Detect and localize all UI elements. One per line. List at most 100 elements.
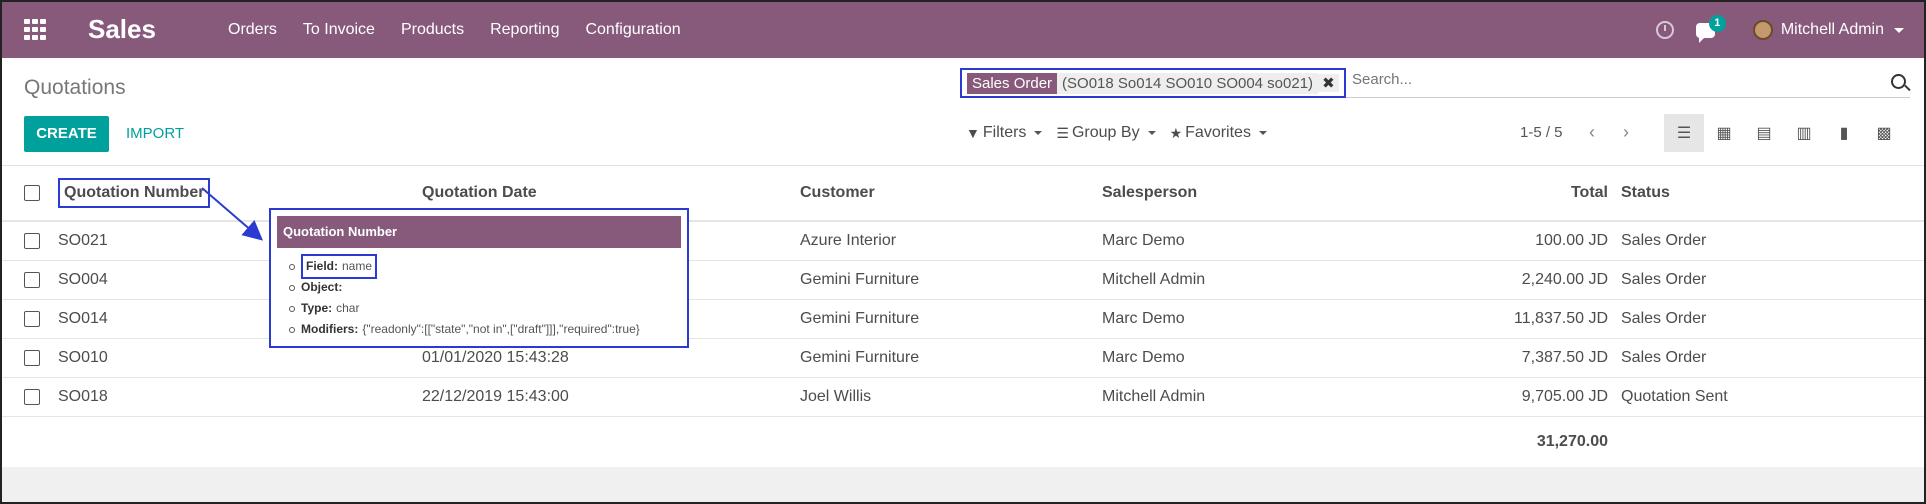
- star-icon: ★: [1169, 124, 1183, 141]
- import-button[interactable]: IMPORT: [126, 116, 184, 152]
- cell-customer: Gemini Furniture: [800, 271, 920, 288]
- chat-counter-badge: 1: [1708, 14, 1726, 32]
- user-menu-name[interactable]: Mitchell Admin: [1781, 21, 1884, 39]
- header-total[interactable]: Total: [1571, 166, 1608, 220]
- cell-number: SO018: [58, 388, 108, 405]
- chevron-down-icon: [1147, 131, 1156, 135]
- header-status[interactable]: Status: [1621, 166, 1670, 220]
- menu-to-invoice[interactable]: To Invoice: [290, 2, 388, 58]
- chevron-down-icon: [1034, 131, 1043, 135]
- cell-total: 11,837.50 JD: [1514, 310, 1608, 327]
- cell-total: 100.00 JD: [1535, 232, 1608, 249]
- header-quotation-number[interactable]: Quotation Number: [58, 178, 211, 208]
- cell-number: SO004: [58, 271, 108, 288]
- filters-label: Filters: [982, 124, 1027, 141]
- row-checkbox[interactable]: [24, 233, 40, 249]
- search-icon[interactable]: [1891, 74, 1906, 89]
- cell-total: 2,240.00 JD: [1521, 271, 1608, 288]
- cell-number: SO010: [58, 349, 108, 366]
- cell-status: Sales Order: [1621, 232, 1707, 249]
- close-icon[interactable]: ✖: [1318, 74, 1339, 92]
- row-checkbox[interactable]: [24, 389, 40, 405]
- app-brand[interactable]: Sales: [88, 14, 156, 45]
- tooltip-object: Object:: [289, 277, 681, 298]
- tooltip-details: Field: name Object: Type: char Modifiers…: [277, 248, 681, 340]
- cell-status: Sales Order: [1621, 349, 1707, 366]
- select-all-checkbox[interactable]: [24, 185, 40, 201]
- tooltip-modifiers: Modifiers: {"readonly":[["state","not in…: [289, 319, 681, 340]
- pager-next-icon[interactable]: ›: [1616, 122, 1636, 144]
- tooltip-type: Type: char: [289, 298, 681, 319]
- cell-salesperson: Marc Demo: [1102, 232, 1185, 249]
- search-input[interactable]: [1352, 71, 1852, 88]
- modifiers-value: {"readonly":[["state","not in",["draft"]…: [362, 322, 640, 336]
- menu-configuration[interactable]: Configuration: [572, 2, 693, 58]
- chevron-down-icon: [1258, 131, 1267, 135]
- cell-number: SO021: [58, 232, 108, 249]
- apps-menu-icon[interactable]: [24, 19, 48, 41]
- search-options: ▼ Filters ☰ Group By ★ Favorites: [966, 124, 1281, 142]
- sum-total: 31,270.00: [1536, 433, 1608, 450]
- facet-values: (SO018 So014 SO010 SO004 so021): [1057, 72, 1319, 94]
- messaging-menu[interactable]: 1: [1695, 14, 1726, 43]
- main-menu: Orders To Invoice Products Reporting Con…: [215, 2, 694, 58]
- search-facet[interactable]: Sales Order (SO018 So014 SO010 SO004 so0…: [960, 68, 1346, 98]
- object-label: Object:: [301, 280, 343, 294]
- create-button[interactable]: CREATE: [24, 116, 109, 152]
- list-view-icon[interactable]: ☰: [1664, 114, 1704, 152]
- circle-bullet-icon: [289, 263, 295, 270]
- tooltip-title: Quotation Number: [277, 216, 681, 248]
- cell-salesperson: Marc Demo: [1102, 310, 1185, 327]
- cell-customer: Azure Interior: [800, 232, 897, 249]
- pager-previous-icon[interactable]: ‹: [1582, 122, 1602, 144]
- table-row[interactable]: SO018 22/12/2019 15:43:00 Joel Willis Mi…: [2, 378, 1924, 417]
- circle-bullet-icon: [289, 305, 295, 312]
- header-salesperson[interactable]: Salesperson: [1102, 166, 1197, 220]
- search-bar: Sales Order (SO018 So014 SO010 SO004 so0…: [960, 68, 1910, 98]
- view-switcher: ☰ ▦ ▤ ▥ ▮ ▩: [1664, 114, 1904, 152]
- cell-total: 7,387.50 JD: [1521, 349, 1608, 366]
- activity-clock-icon[interactable]: [1655, 21, 1674, 39]
- pivot-view-icon[interactable]: ▥: [1784, 114, 1824, 152]
- circle-bullet-icon: [289, 284, 295, 291]
- cell-customer: Joel Willis: [800, 388, 872, 405]
- menu-products[interactable]: Products: [388, 2, 477, 58]
- groupby-label: Group By: [1071, 124, 1140, 141]
- filter-icon: ▼: [966, 125, 980, 141]
- cell-salesperson: Marc Demo: [1102, 349, 1185, 366]
- kanban-view-icon[interactable]: ▦: [1704, 114, 1744, 152]
- top-navbar: Sales Orders To Invoice Products Reporti…: [2, 2, 1924, 58]
- cell-salesperson: Mitchell Admin: [1102, 388, 1206, 405]
- pager-value[interactable]: 1-5 / 5: [1520, 124, 1563, 141]
- menu-reporting[interactable]: Reporting: [477, 2, 572, 58]
- calendar-view-icon[interactable]: ▤: [1744, 114, 1784, 152]
- type-value: char: [336, 301, 360, 315]
- field-tooltip: Quotation Number Field: name Object: Typ…: [269, 208, 689, 348]
- page-title: Quotations: [24, 76, 126, 99]
- cell-customer: Gemini Furniture: [800, 349, 920, 366]
- favorites-label: Favorites: [1185, 124, 1251, 141]
- modifiers-label: Modifiers:: [301, 322, 359, 336]
- user-avatar[interactable]: [1752, 20, 1773, 40]
- cell-status: Sales Order: [1621, 310, 1707, 327]
- row-checkbox[interactable]: [24, 272, 40, 288]
- field-value: name: [342, 259, 373, 273]
- filters-dropdown[interactable]: ▼ Filters: [966, 124, 1043, 142]
- control-panel: Quotations CREATE IMPORT Sales Order (SO…: [2, 58, 1924, 166]
- app-window: Sales Orders To Invoice Products Reporti…: [0, 0, 1926, 504]
- header-customer[interactable]: Customer: [800, 166, 875, 220]
- row-checkbox[interactable]: [24, 350, 40, 366]
- cell-salesperson: Mitchell Admin: [1102, 271, 1206, 288]
- row-checkbox[interactable]: [24, 311, 40, 327]
- cell-status: Quotation Sent: [1621, 388, 1728, 405]
- type-label: Type:: [301, 301, 333, 315]
- cell-status: Sales Order: [1621, 271, 1707, 288]
- activity-view-icon[interactable]: ▩: [1864, 114, 1904, 152]
- groupby-dropdown[interactable]: ☰ Group By: [1056, 124, 1156, 142]
- chevron-down-icon[interactable]: [1894, 27, 1904, 33]
- graph-view-icon[interactable]: ▮: [1824, 114, 1864, 152]
- favorites-dropdown[interactable]: ★ Favorites: [1170, 124, 1267, 142]
- menu-orders[interactable]: Orders: [215, 2, 290, 58]
- cell-total: 9,705.00 JD: [1521, 388, 1608, 405]
- navbar-systray: 1 Mitchell Admin: [1655, 2, 1904, 58]
